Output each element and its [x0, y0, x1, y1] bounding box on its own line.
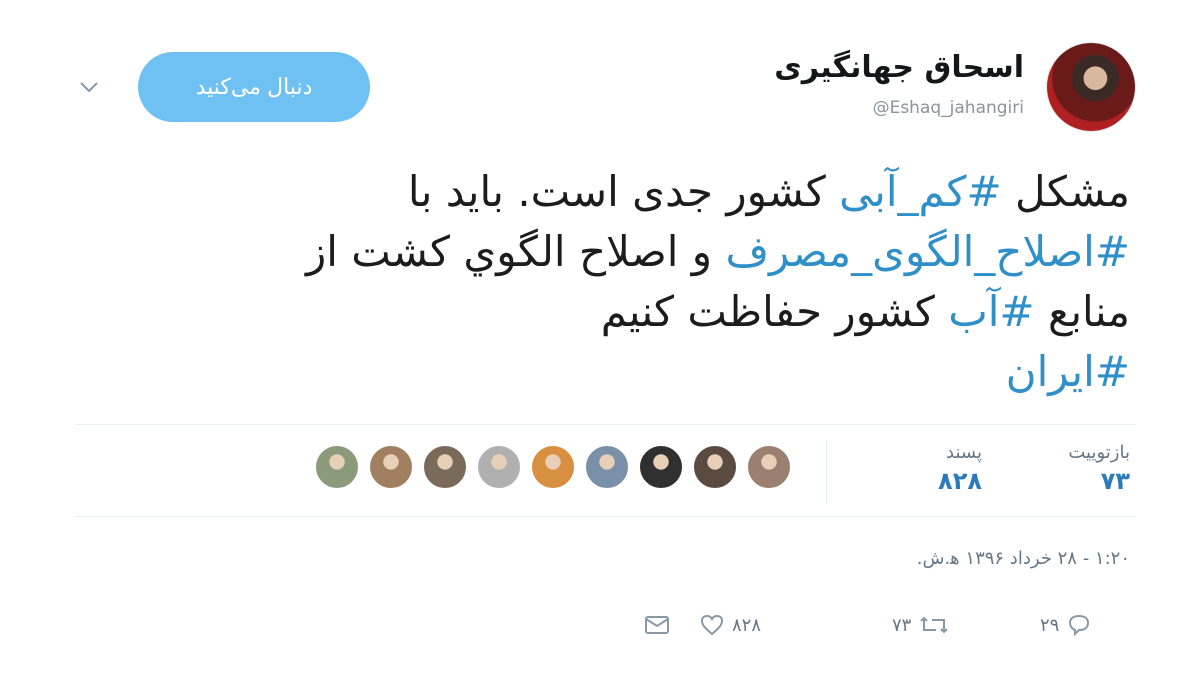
reply-icon [1067, 614, 1091, 636]
hashtag-link[interactable]: #اصلاح_الگوی_مصرف [725, 227, 1130, 276]
likes-count: ۸۲۸ [938, 467, 982, 495]
avatar[interactable] [1046, 42, 1136, 132]
direct-message-action[interactable] [644, 608, 670, 642]
liker-avatar[interactable] [638, 444, 684, 490]
stat-separator [826, 440, 827, 504]
tweet-text-segment: کشور جدی است. باید با [407, 167, 840, 216]
hashtag-link[interactable]: #ایران [1006, 347, 1130, 396]
tweet-text-line: مشکل #کم_آبی کشور جدی است. باید با [50, 162, 1130, 222]
tweet-text-segment: و اصلاح الگوي كشت از [306, 227, 726, 276]
tweet-text-segment: مشکل [1001, 167, 1130, 216]
tweet-text-segment: کشور حفاظت کنیم [600, 287, 949, 336]
liker-avatar[interactable] [476, 444, 522, 490]
retweet-action[interactable]: ۷۳ [892, 608, 949, 642]
liker-avatar[interactable] [746, 444, 792, 490]
likes-stat[interactable]: پسند ۸۲۸ [938, 442, 982, 495]
divider [76, 424, 1136, 425]
following-button[interactable]: دنبال می‌کنید [138, 52, 370, 122]
tweet-text-line: #اصلاح_الگوی_مصرف و اصلاح الگوي كشت از [50, 222, 1130, 282]
heart-icon [700, 614, 724, 636]
likes-label: پسند [946, 442, 982, 463]
liker-avatar[interactable] [314, 444, 360, 490]
envelope-icon [644, 615, 670, 635]
like-action[interactable]: ۸۲۸ [700, 608, 761, 642]
liker-avatar[interactable] [368, 444, 414, 490]
retweet-count: ۷۳ [892, 614, 912, 636]
liker-avatar[interactable] [692, 444, 738, 490]
like-count: ۸۲۸ [732, 614, 762, 636]
chevron-down-icon[interactable] [76, 74, 102, 100]
retweet-icon [919, 614, 949, 636]
retweets-count: ۷۳ [1100, 467, 1130, 495]
retweets-label: بازتوییت [1068, 442, 1130, 463]
tweet-timestamp[interactable]: ۱:۲۰ - ۲۸ خرداد ۱۳۹۶ ه‍.ش. [917, 548, 1130, 569]
tweet-text-segment: منابع [1034, 287, 1130, 336]
liker-avatar[interactable] [584, 444, 630, 490]
reply-action[interactable]: ۲۹ [1040, 608, 1091, 642]
tweet-card: اسحاق جهانگیری @Eshaq_jahangiri دنبال می… [0, 0, 1200, 680]
user-handle[interactable]: @Eshaq_jahangiri [873, 98, 1024, 118]
retweet-stat[interactable]: بازتوییت ۷۳ [1068, 442, 1130, 495]
tweet-text: مشکل #کم_آبی کشور جدی است. باید با #اصلاح… [50, 162, 1130, 402]
liker-avatar[interactable] [422, 444, 468, 490]
reply-count: ۲۹ [1040, 614, 1060, 636]
hashtag-link[interactable]: #کم_آبی [839, 167, 1002, 216]
tweet-text-line: #ایران [50, 342, 1130, 402]
liker-avatar[interactable] [530, 444, 576, 490]
liker-avatars[interactable] [314, 444, 804, 494]
tweet-text-line: منابع #آب کشور حفاظت کنیم [50, 282, 1130, 342]
display-name[interactable]: اسحاق جهانگیری [774, 50, 1024, 85]
hashtag-link[interactable]: #آب [948, 287, 1034, 336]
divider [76, 516, 1136, 517]
